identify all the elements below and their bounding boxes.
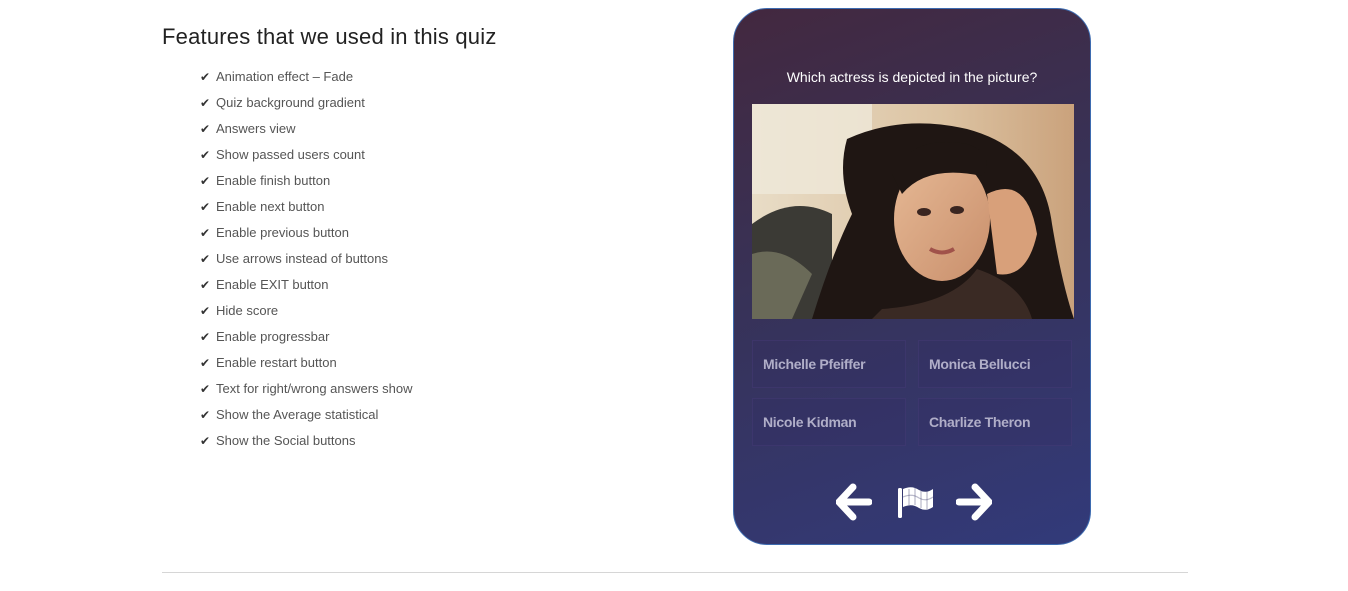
check-icon: ✔ — [200, 226, 211, 240]
feature-item: ✔ Use arrows instead of buttons — [200, 246, 682, 272]
check-icon: ✔ — [200, 382, 211, 396]
feature-label: Enable progressbar — [216, 329, 330, 344]
check-icon: ✔ — [200, 148, 211, 162]
feature-label: Show the Average statistical — [216, 407, 379, 422]
portrait-image — [752, 104, 1074, 319]
check-icon: ✔ — [200, 304, 211, 318]
feature-label: Enable restart button — [216, 355, 337, 370]
check-icon: ✔ — [200, 96, 211, 110]
feature-label: Answers view — [216, 121, 296, 136]
answer-option-1[interactable]: Michelle Pfeiffer — [752, 340, 906, 388]
feature-item: ✔ Show the Average statistical — [200, 402, 682, 428]
feature-label: Show passed users count — [216, 147, 365, 162]
feature-label: Use arrows instead of buttons — [216, 251, 388, 266]
check-icon: ✔ — [200, 200, 211, 214]
feature-item: ✔ Animation effect – Fade — [200, 64, 682, 90]
feature-item: ✔ Enable EXIT button — [200, 272, 682, 298]
features-heading: Features that we used in this quiz — [162, 24, 497, 49]
feature-item: ✔ Hide score — [200, 298, 682, 324]
check-icon: ✔ — [200, 174, 211, 188]
check-icon: ✔ — [200, 408, 211, 422]
answer-option-3[interactable]: Nicole Kidman — [752, 398, 906, 446]
feature-label: Animation effect – Fade — [216, 69, 354, 84]
check-icon: ✔ — [200, 330, 211, 344]
answer-option-4[interactable]: Charlize Theron — [918, 398, 1072, 446]
quiz-card: Which actress is depicted in the picture… — [733, 8, 1091, 545]
check-icon: ✔ — [200, 122, 211, 136]
feature-label: Show the Social buttons — [216, 433, 356, 448]
arrow-left-icon — [835, 483, 873, 521]
feature-item: ✔ Enable progressbar — [200, 324, 682, 350]
feature-item: ✔ Enable restart button — [200, 350, 682, 376]
features-list: ✔ Animation effect – Fade ✔ Quiz backgroun… — [162, 64, 682, 454]
feature-item: ✔ Enable previous button — [200, 220, 682, 246]
finish-button[interactable] — [895, 483, 935, 521]
check-icon: ✔ — [200, 434, 211, 448]
flag-icon — [898, 487, 934, 518]
check-icon: ✔ — [200, 252, 211, 266]
next-button[interactable] — [955, 483, 993, 521]
feature-item: ✔ Quiz background gradient — [200, 90, 682, 116]
feature-label: Enable previous button — [216, 225, 349, 240]
question-image — [752, 104, 1074, 319]
feature-label: Quiz background gradient — [216, 95, 365, 110]
feature-label: Enable next button — [216, 199, 325, 214]
feature-label: Text for right/wrong answers show — [216, 381, 413, 396]
feature-item: ✔ Text for right/wrong answers show — [200, 376, 682, 402]
features-section: Features that we used in this quiz ✔ Anim… — [162, 24, 682, 454]
arrow-right-icon — [955, 483, 993, 521]
feature-label: Enable finish button — [216, 173, 331, 188]
check-icon: ✔ — [200, 356, 211, 370]
feature-item: ✔ Show passed users count — [200, 142, 682, 168]
feature-item: ✔ Answers view — [200, 116, 682, 142]
check-icon: ✔ — [200, 278, 211, 292]
check-icon: ✔ — [200, 70, 211, 84]
section-divider — [162, 572, 1188, 573]
feature-item: ✔ Enable next button — [200, 194, 682, 220]
answer-option-2[interactable]: Monica Bellucci — [918, 340, 1072, 388]
feature-label: Hide score — [216, 303, 279, 318]
quiz-navigation — [734, 483, 1090, 523]
previous-button[interactable] — [835, 483, 873, 521]
quiz-question: Which actress is depicted in the picture… — [786, 69, 1038, 85]
feature-label: Enable EXIT button — [216, 277, 329, 292]
feature-item: ✔ Show the Social buttons — [200, 428, 682, 454]
feature-item: ✔ Enable finish button — [200, 168, 682, 194]
